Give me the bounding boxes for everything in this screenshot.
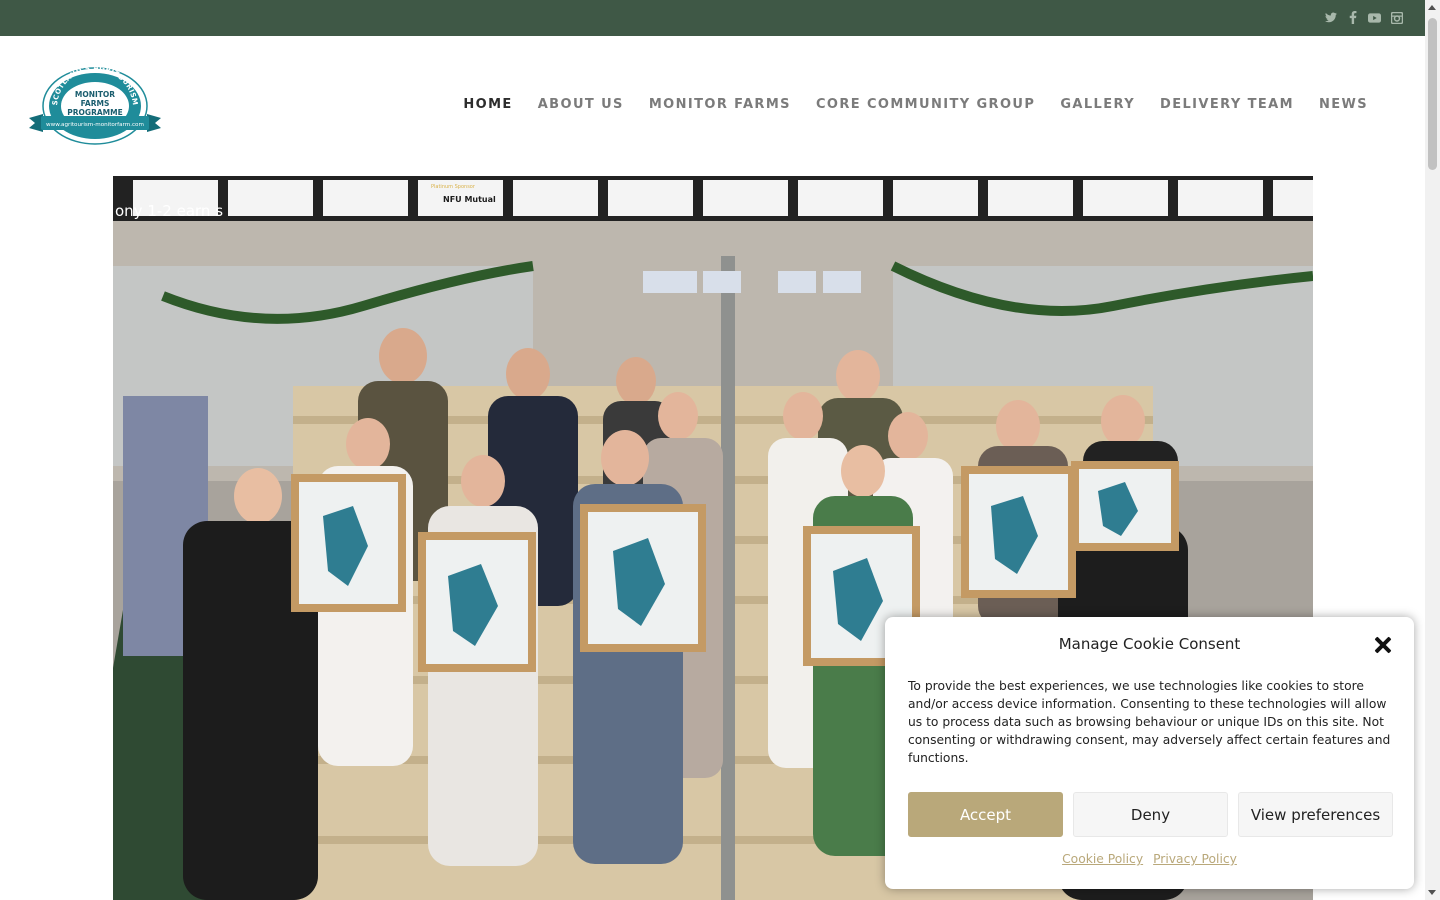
nav-news[interactable]: NEWS [1319, 97, 1368, 113]
logo-line2: FARMS [81, 99, 110, 108]
social-links [1324, 11, 1403, 24]
close-icon[interactable] [1374, 636, 1392, 654]
nav-delivery-team[interactable]: DELIVERY TEAM [1160, 97, 1294, 113]
scroll-up-arrow-icon[interactable] [1428, 5, 1436, 10]
cookie-policy-links: Cookie Policy Privacy Policy [885, 852, 1414, 866]
logo-line3: PROGRAMME [67, 108, 122, 117]
scroll-down-arrow-icon[interactable] [1428, 890, 1436, 895]
nav-about-us[interactable]: ABOUT US [538, 97, 624, 113]
cookie-policy-link[interactable]: Cookie Policy [1062, 852, 1143, 866]
top-bar [0, 0, 1425, 36]
page-scrollbar[interactable] [1425, 0, 1440, 900]
logo-line1: MONITOR [75, 90, 115, 99]
nav-core-community-group[interactable]: CORE COMMUNITY GROUP [816, 97, 1035, 113]
nav-gallery[interactable]: GALLERY [1060, 97, 1135, 113]
facebook-icon[interactable] [1346, 11, 1359, 24]
sponsor-banner-text: NFU Mutual [443, 195, 496, 204]
sponsor-banners: NFU Mutual Platinum Sponsor [133, 180, 1313, 216]
instagram-icon[interactable] [1390, 11, 1403, 24]
youtube-icon[interactable] [1368, 11, 1381, 24]
site-logo[interactable]: SCOTLAND'S AGRITOURISM MONITOR FARMS PRO… [27, 64, 163, 146]
twitter-icon[interactable] [1324, 11, 1337, 24]
privacy-policy-link[interactable]: Privacy Policy [1153, 852, 1237, 866]
scrollbar-thumb[interactable] [1428, 18, 1437, 170]
main-nav: HOME ABOUT US MONITOR FARMS CORE COMMUNI… [463, 97, 1368, 113]
logo-url: www.agritourism-monitorfarm.com [46, 122, 144, 128]
nav-monitor-farms[interactable]: MONITOR FARMS [649, 97, 791, 113]
deny-button[interactable]: Deny [1073, 792, 1228, 837]
sponsor-banner-sub: Platinum Sponsor [431, 184, 476, 190]
accept-button[interactable]: Accept [908, 792, 1063, 837]
cookie-button-group: Accept Deny View preferences [908, 792, 1393, 837]
hero-sign-text: ony 1-2 earn s [115, 202, 223, 220]
cookie-dialog-title: Manage Cookie Consent [1058, 635, 1241, 653]
view-preferences-button[interactable]: View preferences [1238, 792, 1393, 837]
cookie-consent-dialog: Manage Cookie Consent To provide the bes… [885, 617, 1414, 889]
nav-home[interactable]: HOME [463, 97, 512, 113]
cookie-dialog-text: To provide the best experiences, we use … [908, 679, 1391, 765]
